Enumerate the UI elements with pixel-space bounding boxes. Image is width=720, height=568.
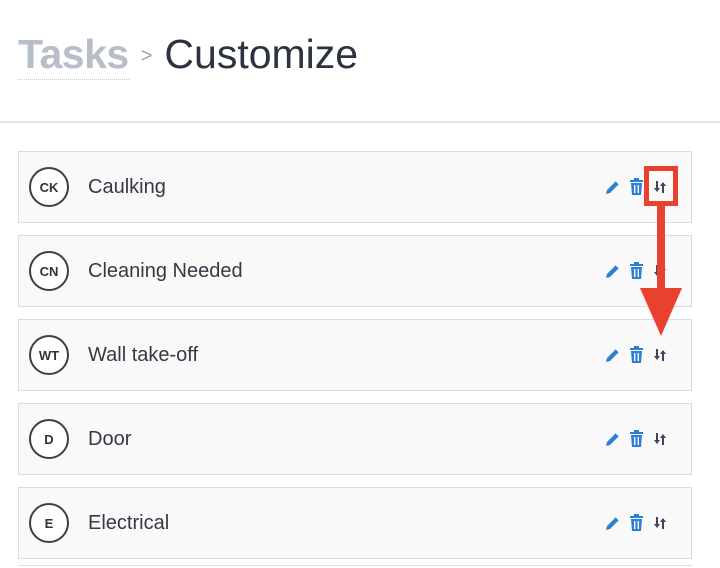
task-avatar: D — [29, 419, 69, 459]
customize-page: Tasks > Customize CK Caulking CN Cleanin — [0, 0, 720, 568]
header-divider — [0, 121, 720, 123]
task-actions — [597, 177, 669, 197]
task-name: Electrical — [88, 511, 170, 534]
pencil-icon — [605, 348, 619, 362]
list-bottom-edge — [18, 565, 692, 566]
page-title: Customize — [164, 31, 359, 77]
task-list: CK Caulking CN Cleaning Needed WT Wall t… — [18, 151, 692, 568]
task-avatar: WT — [29, 335, 69, 375]
task-name: Cleaning Needed — [88, 259, 243, 282]
trash-icon — [629, 346, 643, 363]
breadcrumb-tasks-link[interactable]: Tasks — [18, 34, 129, 80]
trash-icon — [629, 262, 643, 279]
reorder-handle[interactable] — [651, 513, 669, 533]
sort-icon — [654, 517, 666, 529]
reorder-handle[interactable] — [651, 177, 669, 197]
task-actions — [597, 513, 669, 533]
breadcrumb: Tasks > Customize — [18, 34, 358, 80]
task-row: E Electrical — [18, 487, 692, 559]
edit-button[interactable] — [603, 261, 621, 281]
trash-icon — [629, 430, 643, 447]
edit-button[interactable] — [603, 177, 621, 197]
pencil-icon — [605, 516, 619, 530]
task-row: CK Caulking — [18, 151, 692, 223]
delete-button[interactable] — [627, 429, 645, 449]
pencil-icon — [605, 432, 619, 446]
pencil-icon — [605, 180, 619, 194]
delete-button[interactable] — [627, 345, 645, 365]
task-name: Caulking — [88, 175, 166, 198]
reorder-handle[interactable] — [651, 429, 669, 449]
task-name: Wall take-off — [88, 343, 199, 366]
reorder-handle[interactable] — [651, 261, 669, 281]
task-actions — [597, 345, 669, 365]
sort-icon — [654, 265, 666, 277]
task-avatar: E — [29, 503, 69, 543]
delete-button[interactable] — [627, 513, 645, 533]
sort-icon — [654, 349, 666, 361]
task-avatar: CK — [29, 167, 69, 207]
task-avatar: CN — [29, 251, 69, 291]
task-row: D Door — [18, 403, 692, 475]
trash-icon — [629, 514, 643, 531]
task-row: CN Cleaning Needed — [18, 235, 692, 307]
reorder-handle[interactable] — [651, 345, 669, 365]
task-actions — [597, 261, 669, 281]
trash-icon — [629, 178, 643, 195]
task-row: WT Wall take-off — [18, 319, 692, 391]
edit-button[interactable] — [603, 429, 621, 449]
pencil-icon — [605, 264, 619, 278]
breadcrumb-separator: > — [140, 45, 153, 67]
edit-button[interactable] — [603, 345, 621, 365]
task-actions — [597, 429, 669, 449]
edit-button[interactable] — [603, 513, 621, 533]
sort-icon — [654, 433, 666, 445]
delete-button[interactable] — [627, 177, 645, 197]
sort-icon — [654, 181, 666, 193]
delete-button[interactable] — [627, 261, 645, 281]
task-name: Door — [88, 427, 132, 450]
